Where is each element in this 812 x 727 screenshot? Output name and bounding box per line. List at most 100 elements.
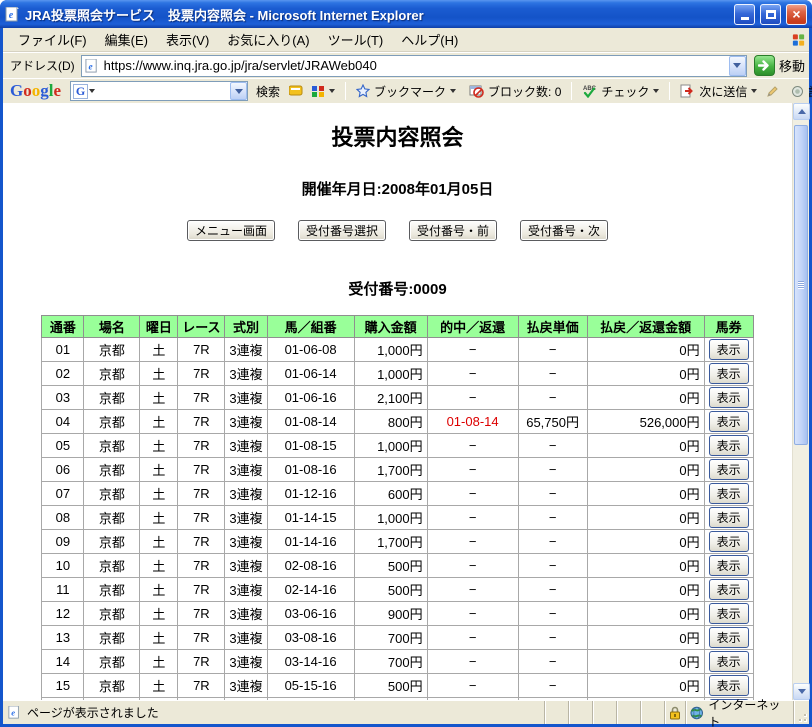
minimize-button[interactable] bbox=[734, 3, 755, 25]
cell-no: 09 bbox=[41, 529, 85, 554]
menu-item[interactable]: 編集(E) bbox=[96, 27, 157, 52]
cell-place: 京都 bbox=[83, 481, 141, 506]
close-button[interactable]: × bbox=[786, 3, 807, 25]
vertical-scrollbar[interactable] bbox=[792, 103, 810, 700]
ticket-show-button[interactable]: 表示 bbox=[708, 411, 749, 432]
cell-hit: − bbox=[426, 625, 519, 650]
ticket-show-button[interactable]: 表示 bbox=[708, 579, 749, 600]
globe-icon bbox=[690, 706, 703, 719]
address-dropdown-button[interactable] bbox=[728, 55, 746, 76]
ticket-show-button[interactable]: 表示 bbox=[708, 675, 749, 696]
ticket-show-button[interactable]: 表示 bbox=[708, 483, 749, 504]
cell-race: 7R bbox=[177, 337, 226, 362]
resize-grip[interactable] bbox=[794, 701, 809, 724]
bookmarks-button[interactable]: ブックマーク bbox=[351, 81, 461, 102]
ticket-show-button[interactable]: 表示 bbox=[708, 387, 749, 408]
cell-no: 13 bbox=[41, 625, 85, 650]
cell-hit: − bbox=[426, 553, 519, 578]
autofill-pen-icon[interactable] bbox=[765, 84, 780, 99]
security-lock-panel bbox=[665, 701, 686, 724]
cell-place: 京都 bbox=[83, 505, 141, 530]
send-to-button[interactable]: 次に送信 bbox=[675, 81, 762, 102]
cell-day: 土 bbox=[139, 577, 179, 602]
cell-race: 7R bbox=[177, 433, 226, 458]
lock-icon bbox=[670, 706, 680, 719]
nav-button[interactable]: メニュー画面 bbox=[187, 220, 275, 241]
settings-button[interactable]: 設定 bbox=[786, 81, 812, 102]
google-search-input[interactable] bbox=[96, 83, 231, 99]
ticket-show-button[interactable]: 表示 bbox=[708, 459, 749, 480]
toolbar-separator bbox=[571, 82, 573, 100]
page-body: 投票内容照会 開催年月日:2008年01月05日 メニュー画面 受付番号選択 受付番… bbox=[3, 103, 792, 700]
cell-ticket: 表示 bbox=[703, 457, 754, 482]
scroll-up-button[interactable] bbox=[793, 103, 810, 120]
cell-numbers: 01-06-08 bbox=[266, 337, 355, 362]
cell-ticket: 表示 bbox=[703, 409, 754, 434]
cell-numbers: 01-06-14 bbox=[266, 361, 355, 386]
cell-day: 土 bbox=[139, 457, 179, 482]
cell-ticket: 表示 bbox=[703, 553, 754, 578]
google-search-button[interactable]: 検索 bbox=[251, 81, 285, 102]
cell-ticket: 表示 bbox=[703, 601, 754, 626]
column-header: レース bbox=[177, 315, 226, 338]
cell-payout: 0円 bbox=[586, 673, 705, 698]
ticket-show-button[interactable]: 表示 bbox=[708, 555, 749, 576]
cell-no: 01 bbox=[41, 337, 85, 362]
ticket-show-button[interactable]: 表示 bbox=[708, 363, 749, 384]
cell-hit: − bbox=[426, 337, 519, 362]
menu-item[interactable]: 表示(V) bbox=[157, 27, 218, 52]
cell-ticket: 表示 bbox=[703, 481, 754, 506]
ticket-show-button[interactable]: 表示 bbox=[708, 603, 749, 624]
cell-ticket: 表示 bbox=[703, 361, 754, 386]
ticket-show-button[interactable]: 表示 bbox=[708, 651, 749, 672]
go-button[interactable] bbox=[753, 55, 775, 76]
cell-hit: − bbox=[426, 457, 519, 482]
cell-unit: − bbox=[517, 385, 588, 410]
cell-no: 10 bbox=[41, 553, 85, 578]
ticket-show-button[interactable]: 表示 bbox=[708, 627, 749, 648]
cell-race: 7R bbox=[177, 649, 226, 674]
cell-ticket: 表示 bbox=[703, 625, 754, 650]
chevron-down-icon bbox=[89, 89, 96, 93]
google-search-box[interactable]: G bbox=[70, 81, 249, 101]
maximize-button[interactable] bbox=[760, 3, 781, 25]
google-extras-button[interactable] bbox=[306, 83, 340, 100]
cell-payout: 0円 bbox=[586, 337, 705, 362]
cell-numbers: 03-14-16 bbox=[266, 649, 355, 674]
spellcheck-button[interactable]: ABC チェック bbox=[577, 81, 664, 102]
address-combobox[interactable]: e https://www.inq.jra.go.jp/jra/servlet/… bbox=[80, 54, 747, 77]
scroll-down-button[interactable] bbox=[793, 683, 810, 700]
popup-blocker-button[interactable]: ブロック数: 0 bbox=[464, 81, 566, 102]
chevron-up-icon bbox=[797, 109, 806, 114]
cell-day: 土 bbox=[139, 673, 179, 698]
go-label[interactable]: 移動 bbox=[779, 56, 805, 75]
cell-amount: 700円 bbox=[353, 625, 428, 650]
title-bar: e JRA投票照会サービス 投票内容照会 - Microsoft Interne… bbox=[0, 0, 812, 28]
ticket-show-button[interactable]: 表示 bbox=[708, 339, 749, 360]
table-row: 02 京都土 7R 3連複 01-06-14 1,000円 − −0円 表示 bbox=[41, 361, 754, 386]
pagerank-icon[interactable] bbox=[288, 84, 303, 99]
chevron-down-icon bbox=[653, 89, 660, 93]
popup-block-icon bbox=[469, 85, 484, 98]
cell-numbers: 01-08-16 bbox=[266, 457, 355, 482]
ie-page-icon: e bbox=[7, 705, 22, 720]
ticket-show-button[interactable]: 表示 bbox=[708, 531, 749, 552]
cell-type: 3連複 bbox=[224, 529, 268, 554]
nav-button[interactable]: 受付番号・前 bbox=[409, 220, 497, 241]
scroll-thumb[interactable] bbox=[794, 125, 808, 445]
ticket-show-button[interactable]: 表示 bbox=[708, 435, 749, 456]
table-row: 08 京都土 7R 3連複 01-14-15 1,000円 − −0円 表示 bbox=[41, 505, 754, 530]
cell-amount: 800円 bbox=[353, 409, 428, 434]
google-search-dropdown[interactable] bbox=[230, 82, 248, 100]
nav-button[interactable]: 受付番号・次 bbox=[520, 220, 608, 241]
menu-item[interactable]: ヘルプ(H) bbox=[392, 27, 467, 52]
ticket-show-button[interactable]: 表示 bbox=[708, 507, 749, 528]
cell-numbers: 02-14-16 bbox=[266, 577, 355, 602]
cell-race: 7R bbox=[177, 385, 226, 410]
close-icon: × bbox=[792, 6, 801, 22]
menu-item[interactable]: ファイル(F) bbox=[9, 27, 96, 52]
menu-item[interactable]: ツール(T) bbox=[319, 27, 393, 52]
bookmarks-label: ブックマーク bbox=[374, 84, 447, 99]
nav-button[interactable]: 受付番号選択 bbox=[298, 220, 386, 241]
menu-item[interactable]: お気に入り(A) bbox=[218, 27, 318, 52]
